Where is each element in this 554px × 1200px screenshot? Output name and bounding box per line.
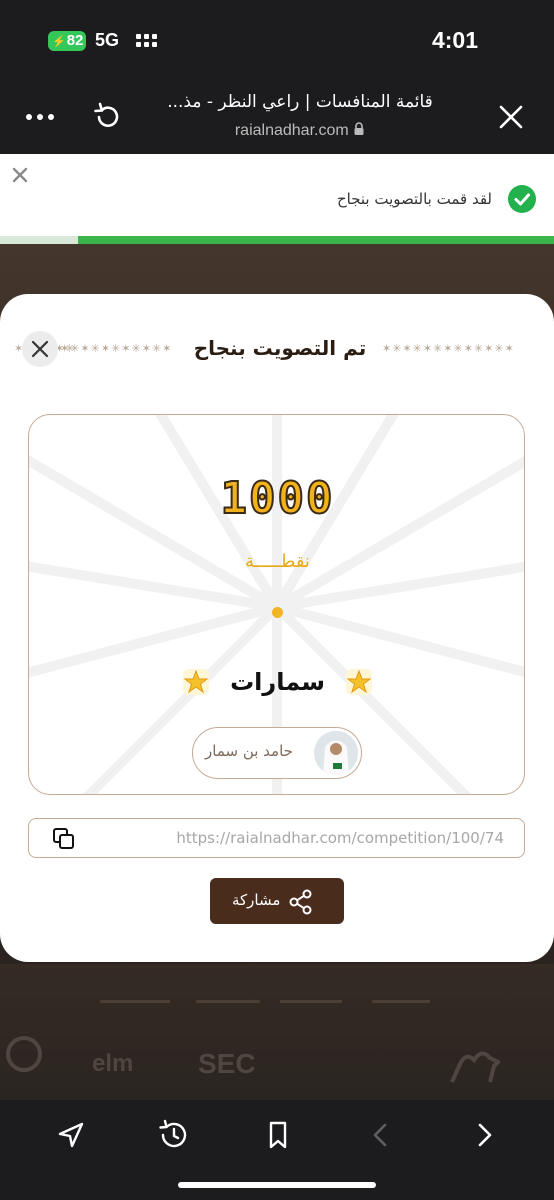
category-row: سمارات xyxy=(29,667,524,707)
send-icon xyxy=(58,1122,84,1148)
close-icon xyxy=(12,167,28,183)
footer-links xyxy=(100,992,460,1012)
chevron-left-icon xyxy=(373,1123,387,1147)
gold-dot xyxy=(272,607,283,618)
forward-button[interactable] xyxy=(467,1118,501,1152)
more-options-button[interactable] xyxy=(26,104,56,130)
bookmark-button[interactable] xyxy=(261,1118,295,1152)
toast-close-button[interactable] xyxy=(11,166,29,184)
check-circle-icon xyxy=(508,185,536,213)
share-button[interactable]: مشاركة xyxy=(210,878,344,924)
battery-indicator: ⚡82 xyxy=(48,31,86,51)
vote-result-card: 1000 نقطـــــة سمارات حامد بن سمار xyxy=(28,414,525,795)
title-ornament-right: ✶✳✶✳✶✳✶✳✶✳✶✳✶ xyxy=(382,342,515,355)
points-value: 1000 xyxy=(220,472,335,525)
copy-link-button[interactable] xyxy=(51,826,77,852)
footer-logo-sec: SEC xyxy=(198,1048,256,1079)
battery-level: 82 xyxy=(66,32,84,49)
toast-progress-fill xyxy=(77,236,554,244)
domain-text: raialnadhar.com xyxy=(234,122,349,139)
category-label: سمارات xyxy=(230,668,325,696)
share-button-label: مشاركة xyxy=(232,891,281,909)
star-icon xyxy=(182,669,209,695)
share-icon xyxy=(289,889,312,915)
clock: 4:01 xyxy=(431,27,478,53)
history-icon xyxy=(159,1119,187,1148)
reload-icon xyxy=(94,102,119,127)
footer-logo-elm: elm xyxy=(92,1050,134,1077)
toast-message: لقد قمت بالتصويت بنجاح xyxy=(336,190,492,208)
camel-logo-icon xyxy=(450,1051,500,1083)
points-label: نقطـــــة xyxy=(245,551,310,572)
modal-title: تم التصويت بنجاح xyxy=(193,336,367,360)
signal-icon xyxy=(136,34,158,50)
send-button[interactable] xyxy=(54,1118,88,1152)
owner-name: حامد بن سمار xyxy=(205,742,293,760)
owner-chip[interactable]: حامد بن سمار xyxy=(192,727,362,779)
browser-url-bar: قائمة المنافسات | راعي النظر - مذ... rai… xyxy=(0,84,554,154)
star-icon xyxy=(346,669,373,695)
share-link-text: https://raialnadhar.com/competition/100/… xyxy=(176,829,504,847)
lock-icon xyxy=(354,122,364,135)
share-link-field[interactable]: https://raialnadhar.com/competition/100/… xyxy=(28,818,525,858)
charging-icon: ⚡ xyxy=(52,36,66,48)
page-title[interactable]: قائمة المنافسات | راعي النظر - مذ... xyxy=(140,92,460,112)
reload-button[interactable] xyxy=(92,101,124,133)
page-domain[interactable]: raialnadhar.com xyxy=(160,122,440,140)
vote-success-modal: ✶✳✶✳✶✳✶✳✶✳✶✳✶ ✶✳✶✳✶✳✶✳✶✳✶✳✶ ✶✳✶✳✶✳✶✳✶✳✶✳… xyxy=(0,294,554,962)
avatar xyxy=(314,731,358,775)
web-page: elm SEC لقد قمت بالتصويت بنجاح ✶✳✶✳✶✳✶✳✶… xyxy=(0,154,554,1100)
toast-progress-track xyxy=(0,236,554,244)
home-indicator xyxy=(178,1182,376,1188)
close-icon xyxy=(499,105,523,129)
history-button[interactable] xyxy=(157,1118,191,1152)
network-type: 5G xyxy=(95,30,120,50)
modal-close-button[interactable] xyxy=(22,331,58,367)
close-tab-button[interactable] xyxy=(498,104,524,130)
success-toast: لقد قمت بالتصويت بنجاح xyxy=(0,154,554,244)
whatsapp-icon xyxy=(6,1036,42,1072)
status-bar: ⚡82 5G 4:01 xyxy=(0,0,554,84)
back-button[interactable] xyxy=(364,1118,398,1152)
bookmark-icon xyxy=(269,1121,287,1149)
close-icon xyxy=(31,340,49,358)
chevron-right-icon xyxy=(478,1123,492,1147)
browser-toolbar xyxy=(0,1100,554,1200)
title-ornament-middle: ✶✳✶✳✶✳✶✳✶✳✶✳✶ xyxy=(60,342,170,355)
copy-icon xyxy=(53,828,74,849)
